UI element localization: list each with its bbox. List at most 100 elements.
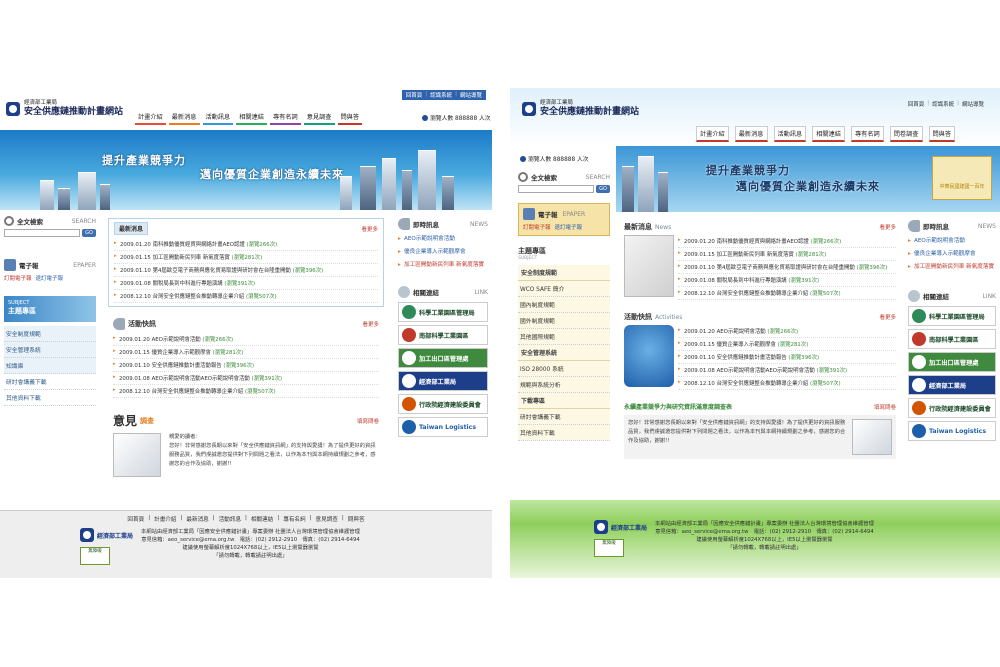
activities-more-link[interactable]: 看更多 (362, 320, 379, 328)
nav-qa[interactable]: 問與答 (928, 126, 956, 142)
nav-links[interactable]: 相關連結 (236, 110, 267, 125)
search-go-button[interactable]: GO (82, 229, 96, 237)
link-card[interactable]: 科學工業園區管理局 (398, 302, 488, 322)
activity-item[interactable]: 2009.01.08 AEO示範說明會活動AEO示範說明會活動 (瀏覽391次) (113, 372, 379, 385)
top-link-about[interactable]: 認識系統 (430, 91, 452, 99)
link-card[interactable]: 行政院經濟建設委員會 (908, 398, 996, 418)
activity-item[interactable]: 2009.01.10 安全供應鏈推動計畫活動報告 (瀏覽396次) (113, 359, 379, 372)
subject-item[interactable]: 知識庫 (4, 358, 96, 374)
epaper-unsubscribe-link[interactable]: 退訂電子報 (36, 274, 64, 282)
hot-news-item[interactable]: AEO示範說明會活動 (908, 235, 996, 248)
search-go-button[interactable]: GO (596, 185, 610, 193)
subject-item[interactable]: 國外制度規範 (518, 313, 610, 329)
nav-news[interactable]: 最新消息 (734, 126, 768, 142)
footer-link[interactable]: 意見調查 (316, 515, 338, 523)
subject-item[interactable]: 國內制度規範 (518, 297, 610, 313)
site-logo[interactable]: 經濟部工業局 安全供應鏈推動計畫網站 (522, 100, 639, 117)
link-card[interactable]: 科學工業園區管理局 (908, 306, 996, 326)
footer-link[interactable]: 最新消息 (186, 515, 208, 523)
hot-news-item[interactable]: 加工區開動新民列車 新氣度落實 (398, 259, 488, 272)
subject-item[interactable]: 其他國際規範 (518, 329, 610, 345)
activity-item[interactable]: 2008.12.10 台灣安全供應鏈整合推動轉導企業介紹 (瀏覽507次) (113, 385, 379, 398)
nav-survey[interactable]: 意見調查 (303, 110, 335, 125)
link-card[interactable]: 加工出口區管理處 (908, 352, 996, 372)
nav-events[interactable]: 活動訊息 (773, 126, 807, 142)
news-more-link[interactable]: 看更多 (879, 223, 896, 231)
subject-item[interactable]: 研討會講義下載 (518, 409, 610, 425)
top-link-about[interactable]: 認識系統 (932, 100, 954, 108)
news-item[interactable]: 2009.01.15 加工區開動新民列車 新氣度落實 (瀏覽281次) (678, 248, 896, 261)
top-link-sitemap[interactable]: 網站導覽 (460, 91, 482, 99)
epaper-subscribe-link[interactable]: 訂閱電子報 (523, 223, 551, 231)
footer-link[interactable]: 相關連結 (251, 515, 273, 523)
link-card[interactable]: 經濟部工業局 (398, 371, 488, 391)
news-item[interactable]: 2009.01.08 關稅局長到中科進行專題演講 (瀏覽391次) (678, 274, 896, 287)
nav-intro[interactable]: 計畫介紹 (696, 126, 729, 142)
nav-survey[interactable]: 問卷調查 (889, 126, 923, 142)
footer-link[interactable]: 專有名詞 (283, 515, 305, 523)
top-link-sitemap[interactable]: 網站導覽 (962, 100, 984, 108)
subject-item[interactable]: ISO 28000 系統 (518, 361, 610, 377)
search-input[interactable] (518, 185, 594, 193)
link-card[interactable]: Taiwan Logistics (908, 421, 996, 441)
activity-item[interactable]: 2009.01.20 AEO示範說明會活動 (瀏覽266次) (113, 333, 379, 346)
subject-item[interactable]: 安全管理系統 (4, 342, 96, 358)
link-card[interactable]: Taiwan Logistics (398, 417, 488, 437)
survey-header: 永續產業競爭力與研究資訊滿意度調查表 填寫問卷 (624, 402, 896, 411)
link-card[interactable]: 南部科學工業園區 (398, 325, 488, 345)
nav-qa[interactable]: 問與答 (337, 110, 363, 125)
nav-events[interactable]: 活動訊息 (202, 110, 234, 125)
footer-line-1: 本網站由經濟部工業局「因應安全供應鏈計畫」專案委辦 社團法人台灣環境管理協會維護… (141, 529, 360, 535)
nav-glossary[interactable]: 專有名詞 (851, 126, 884, 142)
footer-link[interactable]: 計畫介紹 (154, 515, 176, 523)
search-input[interactable] (4, 229, 80, 237)
activity-item[interactable]: 2009.01.15 優質企業導入示範觀摩會 (瀏覽281次) (678, 338, 896, 351)
footer-link[interactable]: 活動訊息 (219, 515, 241, 523)
activity-item[interactable]: 2009.01.08 AEO示範說明會活動AEO示範說明會活動 (瀏覽391次) (678, 364, 896, 377)
survey-fill-link[interactable]: 填寫問卷 (357, 417, 379, 425)
subject-item[interactable]: 其他資料下載 (518, 425, 610, 441)
subject-item[interactable]: 其他資料下載 (4, 390, 96, 406)
nav-intro[interactable]: 計畫介紹 (135, 110, 166, 125)
subject-item[interactable]: 安全制度規範 (4, 326, 96, 342)
footer-link[interactable]: 問與答 (348, 515, 365, 523)
nav-glossary[interactable]: 專有名詞 (270, 110, 301, 125)
link-card[interactable]: 南部科學工業園區 (908, 329, 996, 349)
footer-link[interactable]: 回首頁 (127, 515, 144, 523)
activity-item[interactable]: 2009.01.20 AEO示範說明會活動 (瀏覽266次) (678, 325, 896, 338)
top-link-home[interactable]: 回首頁 (908, 100, 925, 108)
activity-item[interactable]: 2009.01.15 優質企業導入示範觀摩會 (瀏覽281次) (113, 346, 379, 359)
link-card[interactable]: 行政院經濟建設委員會 (398, 394, 488, 414)
hot-news-item[interactable]: 優良企業導入示範觀摩會 (908, 248, 996, 261)
survey-fill-link[interactable]: 填寫問卷 (874, 403, 896, 411)
hot-news-item[interactable]: 優良企業導入示範觀摩會 (398, 246, 488, 259)
news-item[interactable]: 2009.01.15 加工區開動新民列車 新氣度落實 (瀏覽281次) (114, 251, 378, 264)
news-item[interactable]: 2008.12.10 台灣安全供應鏈整合推動轉導企業介紹 (瀏覽507次) (114, 290, 378, 303)
subject-item[interactable]: 研討會講義下載 (4, 374, 96, 390)
top-link-home[interactable]: 回首頁 (406, 91, 423, 99)
link-card[interactable]: 加工出口區管理處 (398, 348, 488, 368)
news-item[interactable]: 2008.12.10 台灣安全供應鏈整合推動轉導企業介紹 (瀏覽507次) (678, 287, 896, 300)
nav-news[interactable]: 最新消息 (168, 110, 200, 125)
hot-news-item[interactable]: 加工區開動新民列車 新氣度落實 (908, 261, 996, 274)
site-logo[interactable]: 經濟部工業局 安全供應鏈推動計畫網站 (6, 100, 123, 117)
nav-links[interactable]: 相關連結 (812, 126, 845, 142)
accessibility-badge[interactable]: 無障礙 (80, 547, 110, 565)
news-more-link[interactable]: 看更多 (361, 225, 378, 233)
news-item[interactable]: 2009.01.20 南科推動優質經貿與網絡計畫AEO認證 (瀏覽266次) (114, 238, 378, 251)
activities-more-link[interactable]: 看更多 (879, 313, 896, 321)
subject-item[interactable]: 規範與系統分析 (518, 377, 610, 393)
activity-item[interactable]: 2008.12.10 台灣安全供應鏈整合推動轉導企業介紹 (瀏覽507次) (678, 377, 896, 390)
hot-news-item[interactable]: AEO示範說明會活動 (398, 233, 488, 246)
link-card[interactable]: 經濟部工業局 (908, 375, 996, 395)
subject-item[interactable]: WCO SAFE 簡介 (518, 281, 610, 297)
news-item[interactable]: 2009.01.08 關稅局長到中科進行專題演講 (瀏覽391次) (114, 277, 378, 290)
news-item[interactable]: 2009.01.10 第4屆歐亞電子商務與應化貿易取證與研討會在台隆重開動 (瀏… (678, 261, 896, 274)
news-item[interactable]: 2009.01.10 第4屆歐亞電子商務與應化貿易取證與研討會在台隆重開動 (瀏… (114, 264, 378, 277)
news-item[interactable]: 2009.01.20 南科推動優質經貿與網絡計畫AEO認證 (瀏覽266次) (678, 235, 896, 248)
news-tab[interactable]: 最新消息 (114, 222, 149, 235)
epaper-unsubscribe-link[interactable]: 退訂電子報 (555, 223, 583, 231)
accessibility-badge[interactable]: 無障礙 (594, 539, 624, 557)
activity-item[interactable]: 2009.01.10 安全供應鏈推動計畫活動報告 (瀏覽396次) (678, 351, 896, 364)
epaper-subscribe-link[interactable]: 訂閱電子報 (4, 274, 32, 282)
